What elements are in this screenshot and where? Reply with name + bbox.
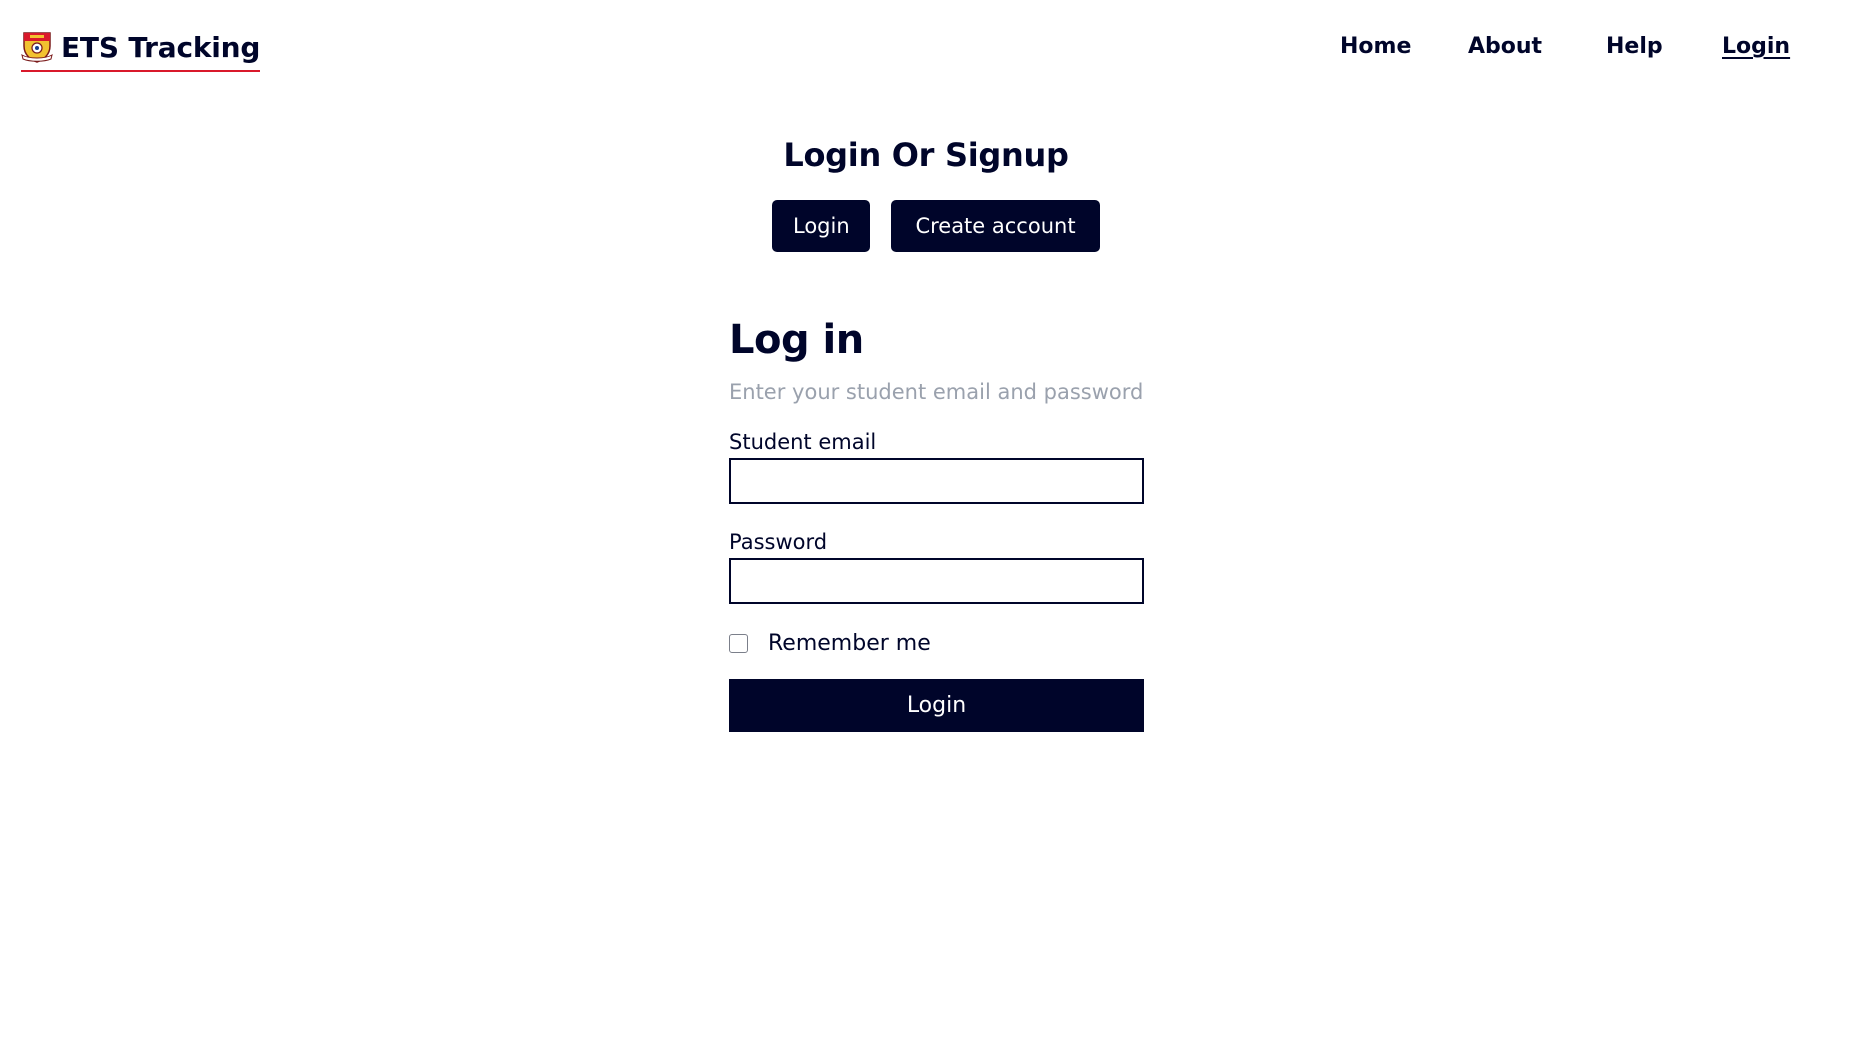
login-or-signup-title: Login Or Signup <box>783 136 1069 174</box>
nav-about-link[interactable]: About <box>1468 32 1542 62</box>
student-email-input[interactable] <box>729 458 1144 504</box>
password-input[interactable] <box>729 558 1144 604</box>
brand-logo-link[interactable]: ETS Tracking <box>21 26 260 72</box>
nav-home-link[interactable]: Home <box>1340 32 1411 62</box>
create-account-button[interactable]: Create account <box>891 200 1100 252</box>
switch-login-button[interactable]: Login <box>772 200 870 252</box>
login-form: Log in Enter your student email and pass… <box>729 312 1144 732</box>
login-submit-button[interactable]: Login <box>729 679 1144 732</box>
remember-me-label: Remember me <box>768 630 931 656</box>
nav-login-link[interactable]: Login <box>1722 32 1790 62</box>
crest-logo-icon <box>21 32 53 63</box>
remember-me-row[interactable]: Remember me <box>729 628 1144 658</box>
student-email-label: Student email <box>729 430 877 454</box>
brand-name: ETS Tracking <box>61 30 261 64</box>
login-form-title: Log in <box>729 317 864 363</box>
auth-mode-switcher: Login Create account <box>772 200 1100 252</box>
remember-me-checkbox[interactable] <box>729 633 748 653</box>
login-form-subtitle: Enter your student email and password <box>729 380 1144 404</box>
password-label: Password <box>729 530 828 554</box>
nav-help-link[interactable]: Help <box>1606 32 1663 62</box>
